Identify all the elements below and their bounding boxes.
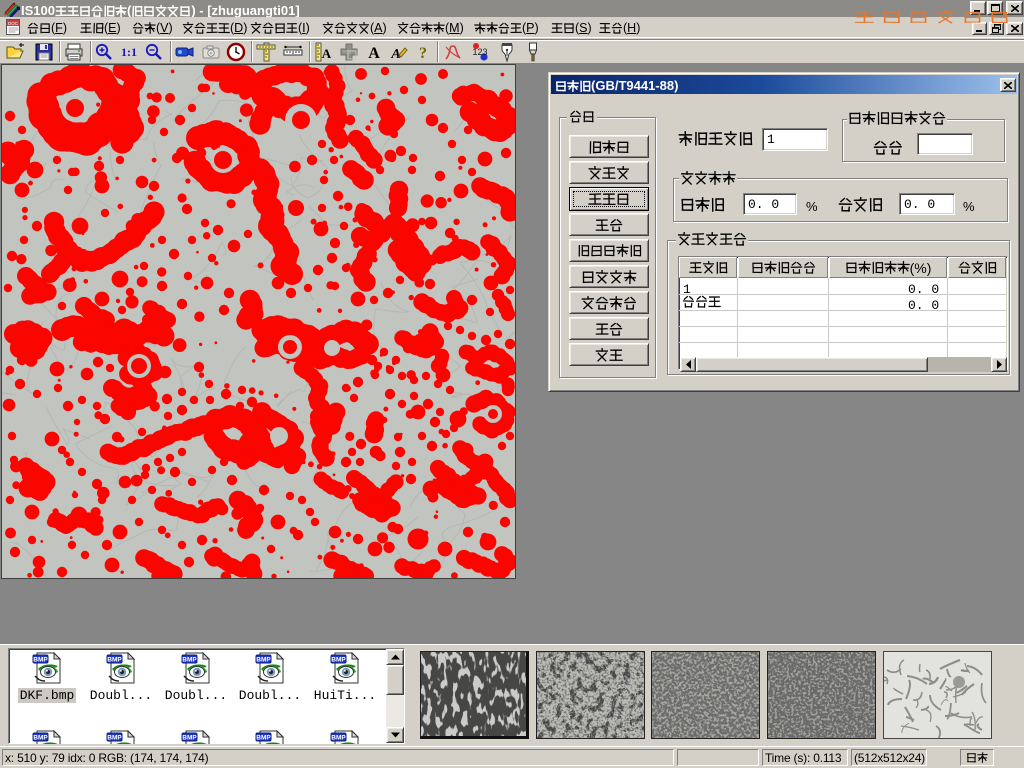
svg-text:BMP: BMP <box>331 735 346 742</box>
svg-text:BMP: BMP <box>182 735 197 742</box>
svg-text:DOC: DOC <box>8 21 19 26</box>
svg-text:123: 123 <box>472 47 487 57</box>
svg-text:BMP: BMP <box>107 735 122 742</box>
svg-text:BMP: BMP <box>256 657 271 664</box>
svg-text:BMP: BMP <box>331 657 346 664</box>
svg-text:?: ? <box>419 45 427 62</box>
svg-text:1:1: 1:1 <box>121 45 137 59</box>
svg-text:BMP: BMP <box>182 657 197 664</box>
svg-text:A: A <box>322 46 332 61</box>
svg-text:A: A <box>368 45 380 62</box>
svg-text:BMP: BMP <box>256 735 271 742</box>
svg-text:BMP: BMP <box>33 657 48 664</box>
svg-text:BMP: BMP <box>107 657 122 664</box>
svg-text:BMP: BMP <box>33 735 48 742</box>
